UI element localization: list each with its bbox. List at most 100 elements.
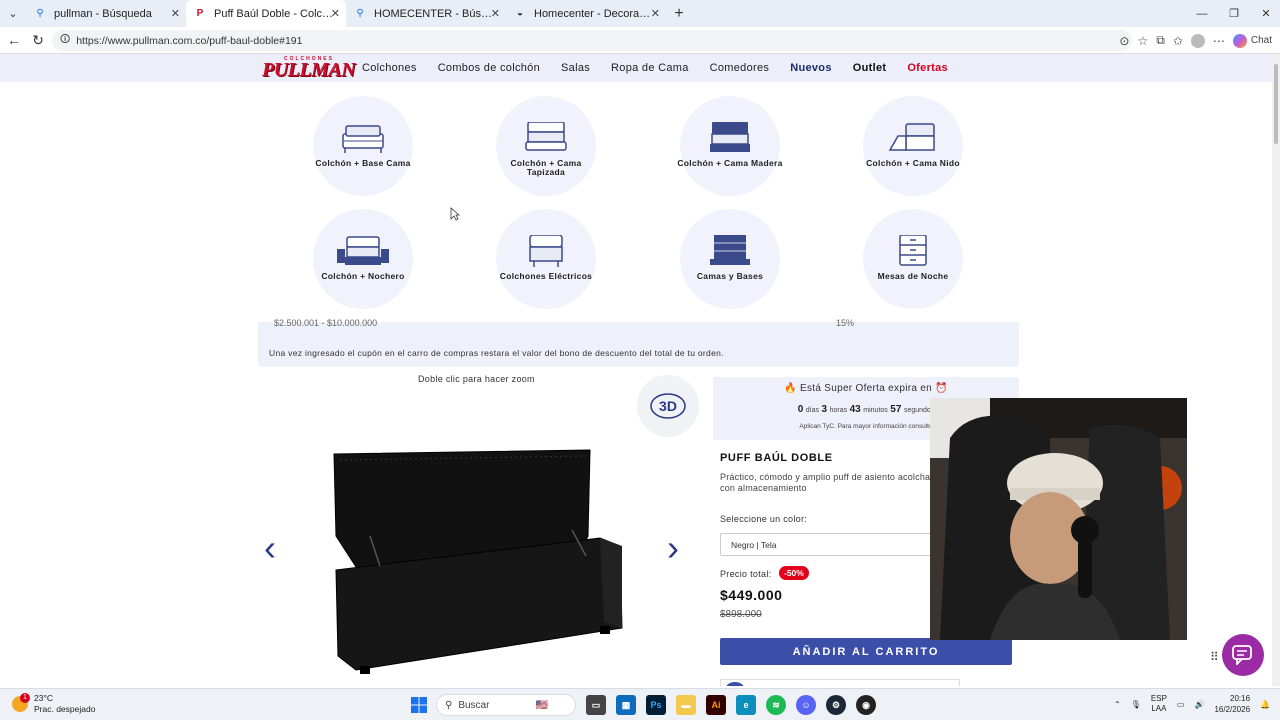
browser-tools: ⊙ ☆ ⧉ ✩ ⋯ Chat: [1119, 27, 1272, 54]
microphone-icon[interactable]: 🎙: [1131, 700, 1141, 709]
menu-colchones[interactable]: Colchones: [362, 62, 417, 74]
volume-icon[interactable]: 🔊: [1194, 700, 1204, 709]
category-label: Colchón + Cama Tapizada: [510, 158, 582, 177]
fire-icon: 🔥: [784, 383, 797, 394]
zoom-hint: Doble clic para hacer zoom: [418, 374, 535, 384]
spotify-icon[interactable]: ≋: [766, 695, 786, 715]
search-icon: ⚲: [356, 8, 364, 19]
favorite-star-icon[interactable]: ☆: [1137, 34, 1148, 48]
close-tab-icon[interactable]: ✕: [331, 7, 340, 20]
close-tab-icon[interactable]: ✕: [171, 7, 180, 20]
profile-avatar-icon[interactable]: [1190, 33, 1205, 48]
menu-outlet[interactable]: Outlet: [853, 62, 887, 74]
category-colchones-electricos[interactable]: Colchones Eléctricos: [496, 209, 596, 309]
extensions-icon[interactable]: ⧉: [1156, 33, 1165, 48]
network-icon[interactable]: ▭: [1177, 700, 1185, 709]
add-to-cart-button[interactable]: AÑADIR AL CARRITO: [720, 638, 1012, 665]
category-label: Colchón + Cama Nido: [866, 158, 960, 168]
scrollbar-thumb[interactable]: [1274, 64, 1278, 144]
minimize-icon[interactable]: —: [1184, 0, 1220, 27]
illustrator-icon[interactable]: Ai: [706, 695, 726, 715]
file-explorer-icon[interactable]: ▬: [676, 695, 696, 715]
category-mesas-de-noche[interactable]: Mesas de Noche: [863, 209, 963, 309]
flag-icon: 🇺🇸: [535, 699, 548, 711]
copilot-chat-button[interactable]: Chat: [1232, 33, 1272, 48]
gallery-prev-chevron-icon[interactable]: ‹: [264, 530, 276, 566]
color-select[interactable]: Negro | Tela: [720, 533, 950, 556]
site-info-icon[interactable]: 🛈: [60, 32, 70, 49]
new-tab-icon[interactable]: +: [666, 0, 692, 27]
category-colchon-cama-nido[interactable]: Colchón + Cama Nido: [863, 96, 963, 196]
taskbar-search[interactable]: ⚲ Buscar 🇺🇸: [436, 694, 576, 716]
more-options-icon[interactable]: ⋯: [1213, 34, 1225, 48]
read-aloud-icon[interactable]: ⊙: [1119, 34, 1129, 48]
category-label: Camas y Bases: [696, 271, 764, 281]
chat-widget-button[interactable]: [1222, 634, 1264, 676]
keyboard-layout: LAA: [1151, 704, 1167, 713]
close-tab-icon[interactable]: ✕: [651, 7, 660, 20]
back-icon[interactable]: ←: [2, 27, 26, 54]
category-label: Colchón + Base Cama: [315, 158, 411, 168]
input-language[interactable]: ESP LAA: [1151, 694, 1167, 714]
menu-salas[interactable]: Salas: [561, 62, 590, 74]
windows-start-icon[interactable]: [411, 697, 427, 713]
menu-combos[interactable]: Combos de colchón: [438, 62, 540, 74]
category-colchon-base-cama[interactable]: Colchón + Base Cama: [313, 96, 413, 196]
discount-badge: -50%: [779, 566, 809, 580]
puff-baul-image: [333, 449, 623, 674]
obs-icon[interactable]: ◉: [856, 695, 876, 715]
electric-mattress-icon: [529, 235, 563, 267]
category-label: Colchón + Nochero: [321, 271, 405, 281]
category-colchon-nochero[interactable]: Colchón + Nochero: [313, 209, 413, 309]
reload-icon[interactable]: ↻: [26, 27, 50, 54]
category-colchon-cama-madera[interactable]: Colchón + Cama Madera: [677, 96, 782, 196]
coupon-percent-text: 15%: [836, 318, 855, 328]
menu-ofertas[interactable]: Ofertas: [907, 62, 948, 74]
browser-toolbar: ← ↻ 🛈 https://www.pullman.com.co/puff-ba…: [0, 27, 1280, 54]
tab-puff-baul[interactable]: P Puff Baúl Doble - Colchones Pullman ✕: [186, 0, 346, 27]
upholstered-bed-icon: [525, 122, 567, 151]
show-hidden-icons-icon[interactable]: ⌃: [1114, 700, 1121, 709]
close-tab-icon[interactable]: ✕: [491, 7, 500, 20]
favorites-icon[interactable]: ✩: [1173, 34, 1183, 48]
tab-actions-menu-icon[interactable]: ⌄: [0, 0, 26, 27]
days-label: días: [805, 407, 819, 414]
chat-bubble-icon: [1232, 645, 1252, 665]
webcam-person-image: [930, 398, 1187, 640]
restore-icon[interactable]: ❐: [1216, 0, 1252, 27]
view-3d-button[interactable]: 3D: [637, 375, 699, 437]
menu-ropa-de-cama[interactable]: Ropa de Cama: [611, 62, 689, 74]
menu-comedores[interactable]: Comedores: [710, 62, 770, 74]
countdown-days: 0: [797, 404, 804, 415]
edge-icon[interactable]: e: [736, 695, 756, 715]
clock-time: 20:16: [1230, 694, 1251, 703]
address-bar[interactable]: 🛈 https://www.pullman.com.co/puff-baul-d…: [52, 30, 1132, 51]
category-colchon-cama-tapizada[interactable]: Colchón + Cama Tapizada: [496, 96, 596, 196]
steam-icon[interactable]: ⚙: [826, 695, 846, 715]
weather-text: 23°C Prac. despejado: [34, 693, 95, 715]
photoshop-icon[interactable]: Ps: [646, 695, 666, 715]
store-icon[interactable]: ▦: [616, 695, 636, 715]
clock-date: 16/2/2026: [1214, 705, 1251, 714]
tab-homecenter-search[interactable]: ⚲ HOMECENTER - Búsqueda ✕: [346, 0, 506, 27]
gallery-next-chevron-icon[interactable]: ›: [667, 530, 679, 566]
pullman-logo[interactable]: COLCHONES PULLMAN: [262, 56, 356, 82]
tab-homecenter[interactable]: ◒ Homecenter - Decoración para el hogar …: [506, 0, 666, 27]
close-window-icon[interactable]: ✕: [1248, 0, 1280, 27]
weather-widget[interactable]: 1 23°C Prac. despejado: [12, 693, 95, 715]
page-scrollbar[interactable]: [1272, 54, 1280, 686]
menu-nuevos[interactable]: Nuevos: [790, 62, 832, 74]
cube-3d-icon: 3D: [650, 393, 686, 419]
notifications-icon[interactable]: 🔔: [1260, 700, 1270, 709]
tab-pullman-search[interactable]: ⚲ pullman - Búsqueda ✕: [26, 0, 186, 27]
task-view-icon[interactable]: ▭: [586, 695, 606, 715]
category-camas-y-bases[interactable]: Camas y Bases: [680, 209, 780, 309]
product-image[interactable]: [330, 446, 630, 683]
drag-grip-icon[interactable]: ⠿: [1210, 650, 1219, 664]
bed-nightstand-icon: [337, 236, 389, 265]
discord-icon[interactable]: ☺: [796, 695, 816, 715]
taskbar-apps: ▭ ▦ Ps ▬ Ai e ≋ ☺ ⚙ ◉: [586, 695, 876, 715]
system-tray: ⌃ 🎙 ESP LAA ▭ 🔊 20:16 16/2/2026 🔔: [1114, 693, 1270, 715]
windows-taskbar: 1 23°C Prac. despejado ⚲ Buscar 🇺🇸 ▭ ▦ P…: [0, 688, 1280, 720]
system-clock[interactable]: 20:16 16/2/2026: [1214, 693, 1250, 715]
